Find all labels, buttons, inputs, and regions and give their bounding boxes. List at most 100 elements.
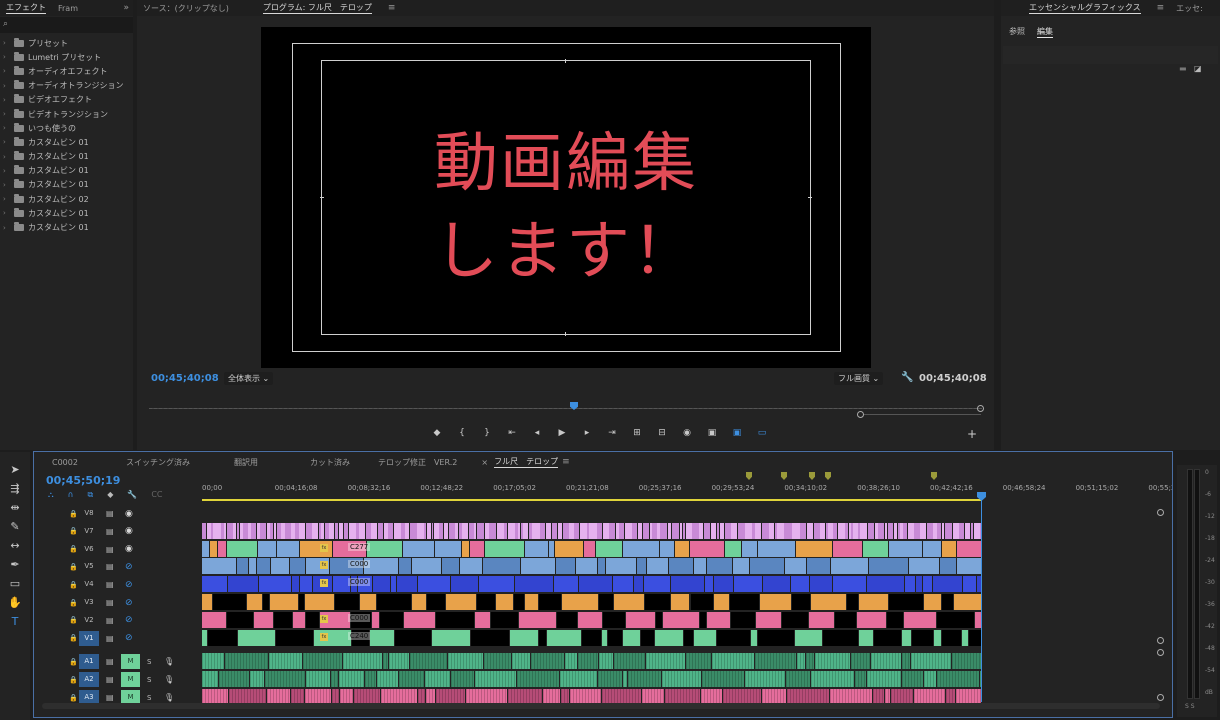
mic-icon[interactable]: 🎙: [164, 693, 174, 702]
clip[interactable]: [902, 671, 923, 688]
clip[interactable]: [329, 522, 335, 539]
go-to-in-icon[interactable]: ⇤: [505, 427, 519, 439]
clip[interactable]: [514, 576, 553, 593]
clip[interactable]: [312, 522, 319, 539]
effects-tree-item[interactable]: › カスタムビン 01: [0, 150, 133, 164]
clip[interactable]: [451, 576, 478, 593]
effects-tree-item[interactable]: › オーディオエフェクト: [0, 64, 133, 78]
clip[interactable]: [952, 653, 981, 670]
eye-icon[interactable]: ◉: [125, 544, 133, 554]
clip[interactable]: [733, 558, 749, 575]
clip[interactable]: [291, 576, 300, 593]
zoom-dropdown[interactable]: 全体表示 ⌄: [224, 372, 274, 385]
clip[interactable]: [343, 522, 349, 539]
clip[interactable]: [641, 629, 654, 646]
clip[interactable]: [706, 558, 732, 575]
clip[interactable]: [893, 522, 898, 539]
clip[interactable]: [964, 522, 971, 539]
sync-lock-icon[interactable]: ▤: [106, 598, 114, 607]
lock-icon[interactable]: 🔒: [69, 658, 78, 666]
clip[interactable]: [208, 629, 238, 646]
chevron-right-icon[interactable]: ›: [3, 167, 10, 175]
clip[interactable]: [961, 629, 969, 646]
sync-lock-icon[interactable]: ▤: [106, 527, 114, 536]
clip[interactable]: [937, 522, 942, 539]
clip[interactable]: [475, 611, 490, 628]
sync-lock-icon[interactable]: ▤: [106, 657, 114, 666]
clip[interactable]: [796, 540, 833, 557]
clip[interactable]: [251, 522, 257, 539]
clip[interactable]: [393, 522, 401, 539]
clip[interactable]: [226, 522, 233, 539]
clip[interactable]: [371, 522, 378, 539]
menu-icon[interactable]: ≡: [562, 457, 570, 467]
track-lane-v7[interactable]: [202, 522, 981, 539]
clip[interactable]: [670, 594, 690, 610]
clip[interactable]: [281, 522, 285, 539]
slip-tool-icon[interactable]: ↔: [0, 536, 30, 555]
clip[interactable]: [694, 629, 716, 646]
clip[interactable]: [304, 594, 335, 610]
clip[interactable]: [495, 594, 514, 610]
clip[interactable]: [713, 594, 730, 610]
clip[interactable]: [532, 522, 540, 539]
clip[interactable]: [713, 576, 734, 593]
clip[interactable]: [737, 522, 745, 539]
wrench-icon[interactable]: 🔧: [901, 372, 913, 383]
clip[interactable]: [908, 558, 940, 575]
eye-icon[interactable]: ⊘: [125, 598, 133, 608]
clip[interactable]: [614, 594, 644, 610]
clip[interactable]: [219, 671, 250, 688]
clip[interactable]: [926, 522, 933, 539]
type-tool-icon[interactable]: T: [0, 612, 30, 631]
clip[interactable]: [656, 611, 662, 628]
clip[interactable]: [633, 576, 643, 593]
clip[interactable]: [810, 576, 833, 593]
track-lane-v2[interactable]: fx C000: [202, 611, 981, 628]
clip[interactable]: [300, 576, 313, 593]
clip[interactable]: [262, 594, 270, 610]
clip[interactable]: [619, 522, 625, 539]
clip[interactable]: [540, 522, 546, 539]
clip[interactable]: [509, 629, 539, 646]
clip[interactable]: [276, 522, 281, 539]
clip[interactable]: [202, 653, 225, 670]
clip[interactable]: [659, 540, 674, 557]
clip[interactable]: [707, 611, 730, 628]
track-name[interactable]: V5: [79, 559, 99, 574]
clip[interactable]: [584, 540, 596, 557]
clip[interactable]: [784, 522, 792, 539]
clip[interactable]: [684, 629, 694, 646]
chevron-right-icon[interactable]: ›: [3, 124, 10, 132]
clip[interactable]: [969, 629, 981, 646]
clip[interactable]: [574, 522, 580, 539]
timeline-tab[interactable]: カット済み: [310, 457, 350, 468]
marker-icon[interactable]: ◆: [430, 427, 444, 439]
clip[interactable]: [545, 522, 552, 539]
track-name[interactable]: V4: [79, 577, 99, 592]
track-name[interactable]: V6: [79, 542, 99, 557]
track-name[interactable]: V1: [79, 630, 99, 646]
track-name[interactable]: V2: [79, 613, 99, 628]
track-lane-v4[interactable]: fx C000: [202, 576, 981, 593]
sync-lock-icon[interactable]: ▤: [106, 580, 114, 589]
clip[interactable]: [539, 629, 546, 646]
timeline-timecode[interactable]: 00;45;50;19: [46, 474, 120, 487]
track-lane-a1[interactable]: [202, 653, 981, 670]
clip[interactable]: [405, 522, 410, 539]
clip[interactable]: [828, 522, 833, 539]
clip[interactable]: [470, 629, 509, 646]
clip[interactable]: [553, 576, 579, 593]
track-lane-v5[interactable]: fx C000: [202, 558, 981, 575]
lock-icon[interactable]: 🔒: [69, 634, 78, 642]
settings-wrench-icon[interactable]: 🔧: [127, 490, 137, 500]
clip[interactable]: [628, 671, 661, 688]
clip[interactable]: [305, 522, 312, 539]
clip[interactable]: [833, 540, 863, 557]
menu-icon[interactable]: ≡: [1157, 3, 1165, 13]
clip[interactable]: [857, 611, 886, 628]
tab-edit[interactable]: 編集: [1037, 26, 1053, 38]
clip[interactable]: [693, 558, 706, 575]
clip[interactable]: [923, 594, 942, 610]
safe-margins-icon[interactable]: ▭: [755, 427, 769, 439]
